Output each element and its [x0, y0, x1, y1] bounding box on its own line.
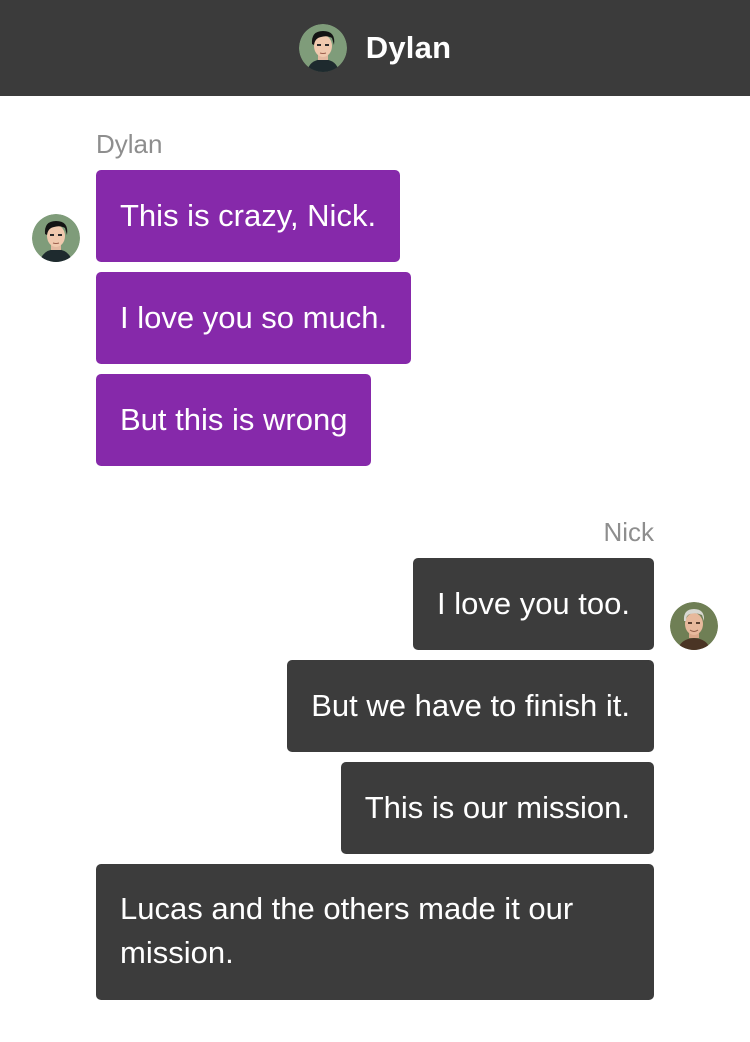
- header-contact[interactable]: Dylan: [298, 24, 452, 72]
- nick-avatar-icon[interactable]: [670, 602, 718, 650]
- message-bubble-incoming[interactable]: This is crazy, Nick.: [96, 170, 401, 262]
- dylan-avatar-icon[interactable]: [32, 214, 80, 262]
- sender-name-nick: Nick: [603, 517, 654, 547]
- message-bubble-incoming[interactable]: I love you so much.: [96, 272, 412, 364]
- message-bubble-incoming[interactable]: But this is wrong: [96, 374, 372, 466]
- header-title: Dylan: [365, 30, 452, 65]
- dylan-avatar-icon: [298, 24, 347, 72]
- message-bubble-outgoing[interactable]: But we have to finish it.: [287, 660, 654, 752]
- message-bubble-outgoing[interactable]: This is our mission.: [340, 762, 654, 854]
- message-bubble-outgoing[interactable]: Lucas and the others made it our mission…: [96, 864, 654, 1000]
- sender-name-dylan: Dylan: [96, 129, 163, 159]
- chat-header: Dylan: [0, 0, 750, 96]
- message-bubble-outgoing[interactable]: I love you too.: [412, 558, 654, 650]
